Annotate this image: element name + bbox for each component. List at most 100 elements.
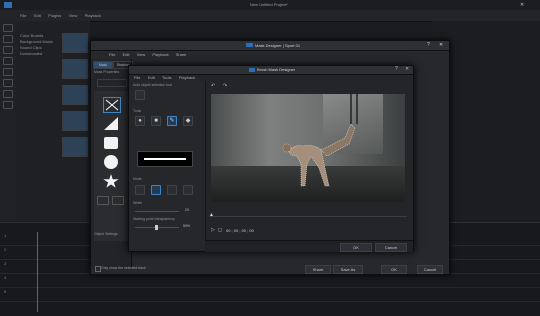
menu-edit[interactable]: Edit <box>34 10 41 21</box>
ok-button[interactable]: OK <box>340 243 372 252</box>
tool-audio-icon[interactable] <box>3 90 13 98</box>
cancel-button[interactable]: Cancel <box>417 265 443 274</box>
timeline-scrubber[interactable] <box>209 216 407 217</box>
app-logo-icon <box>4 2 12 8</box>
tool-media-icon[interactable] <box>3 24 13 32</box>
video-preview[interactable] <box>211 94 405 202</box>
menu-view[interactable]: View <box>137 51 146 58</box>
section-label: Tools <box>133 109 142 113</box>
brush-size-preview <box>137 151 193 167</box>
menu-file[interactable]: File <box>134 74 140 81</box>
mask-designer-title: Mask Designer | Sport 01 <box>255 43 301 48</box>
track-number: 2 <box>4 247 7 252</box>
media-thumbnail[interactable] <box>62 111 88 131</box>
import-mask-icon[interactable] <box>97 196 109 205</box>
mask-shape-circle[interactable] <box>104 155 118 169</box>
app-titlebar: New Untitled Project* ✕ <box>0 0 540 10</box>
square-glyph-icon: ■ <box>154 118 158 124</box>
left-toolbar <box>0 21 17 221</box>
auto-select-tool-icon[interactable] <box>135 90 145 100</box>
checkbox-label: Only show the selected track <box>101 266 146 270</box>
tab-mask[interactable]: Mask <box>93 61 113 69</box>
mode-select-icon[interactable] <box>151 185 161 195</box>
media-thumbnail[interactable] <box>62 59 88 79</box>
brand-logo-icon <box>249 68 255 72</box>
mask-shape-triangle[interactable] <box>104 117 118 130</box>
help-icon[interactable]: ? <box>427 42 430 48</box>
settings-button[interactable] <box>97 79 127 87</box>
mode-subtract-icon[interactable] <box>167 185 177 195</box>
brush-mask-icon[interactable] <box>112 196 124 205</box>
undo-icon[interactable]: ↶ <box>211 83 219 89</box>
brush-tools-panel: Auto object selection tool Tools ● ■ ✎ ◆… <box>129 81 206 251</box>
menu-edit[interactable]: Edit <box>123 51 130 58</box>
slider-knob[interactable] <box>155 225 158 230</box>
mode-add-icon[interactable] <box>135 185 145 195</box>
mask-properties-panel: Mask Shadow Mask Properties Object Setti… <box>91 59 133 269</box>
mask-designer-menubar: File Edit View Playback Share <box>91 51 449 58</box>
player-controls: ▷ ◻ 00 ; 00 ; 00 ; 00 <box>211 226 405 236</box>
timeline-track[interactable]: 5 <box>0 289 540 302</box>
timeline-track[interactable]: 4 <box>0 275 540 288</box>
menu-view[interactable]: View <box>69 10 78 21</box>
athlete-silhouette <box>282 94 358 187</box>
help-icon[interactable]: ? <box>395 66 398 72</box>
brush-designer-footer: OK Cancel <box>205 240 413 252</box>
track-number: 4 <box>4 275 7 280</box>
tool-particle-icon[interactable] <box>3 57 13 65</box>
brush-tool-icon[interactable]: ✎ <box>167 116 177 126</box>
menu-playback[interactable]: Playback <box>152 51 168 58</box>
menu-share[interactable]: Share <box>176 51 187 58</box>
menu-plugins[interactable]: Plugins <box>48 10 61 21</box>
mode-intersect-icon[interactable] <box>183 185 193 195</box>
play-icon[interactable]: ▷ <box>211 227 215 233</box>
cancel-button[interactable]: Cancel <box>375 243 407 252</box>
menu-file[interactable]: File <box>20 10 26 21</box>
close-icon[interactable]: ✕ <box>405 66 409 72</box>
tool-pip-icon[interactable] <box>3 46 13 54</box>
save-as-button[interactable]: Save As <box>333 265 363 274</box>
mask-designer-titlebar: Mask Designer | Sport 01 ? ✕ <box>91 41 449 51</box>
timeline-playhead[interactable] <box>37 232 38 312</box>
mask-shape-star[interactable] <box>103 174 119 188</box>
close-icon[interactable]: ✕ <box>439 42 443 48</box>
tool-title-icon[interactable] <box>3 68 13 76</box>
eraser-tool-icon[interactable]: ◆ <box>183 116 193 126</box>
eraser-glyph-icon: ◆ <box>185 118 191 124</box>
brush-designer-menubar: File Edit Tools Playback <box>129 74 413 81</box>
section-label: Mask Properties <box>94 70 120 74</box>
pen-glyph-icon: ✎ <box>169 118 175 124</box>
width-slider[interactable] <box>135 211 179 212</box>
section-label: Starting point transparency <box>133 217 175 221</box>
media-thumbnail[interactable] <box>62 137 88 157</box>
stop-icon[interactable]: ◻ <box>218 227 222 233</box>
app-window-title: New Untitled Project* <box>250 2 288 7</box>
tool-transition-icon[interactable] <box>3 79 13 87</box>
track-number: 1 <box>4 233 7 238</box>
track-number: 5 <box>4 289 7 294</box>
menu-playback[interactable]: Playback <box>179 74 195 81</box>
scrubber-marker-icon[interactable]: ▲ <box>209 212 214 218</box>
mask-shape-list <box>94 91 128 241</box>
library-thumbnails <box>58 30 88 220</box>
menu-file[interactable]: File <box>109 51 115 58</box>
section-label: Auto object selection tool <box>133 83 172 87</box>
ok-button[interactable]: OK <box>381 265 407 274</box>
media-thumbnail[interactable] <box>62 33 88 53</box>
share-button[interactable]: Share <box>305 265 331 274</box>
mask-shape-none[interactable] <box>103 97 121 113</box>
menu-tools[interactable]: Tools <box>162 74 171 81</box>
tool-chapter-icon[interactable] <box>3 101 13 109</box>
mask-shape-square[interactable] <box>104 137 118 149</box>
media-thumbnail[interactable] <box>62 85 88 105</box>
tool-effects-icon[interactable] <box>3 35 13 43</box>
close-icon[interactable]: ✕ <box>520 2 524 8</box>
no-mask-icon <box>105 99 119 111</box>
menu-edit[interactable]: Edit <box>148 74 155 81</box>
track-number: 3 <box>4 261 7 266</box>
section-label: Mode <box>133 177 142 181</box>
smart-brush-icon[interactable]: ● <box>135 116 145 126</box>
shape-brush-icon[interactable]: ■ <box>151 116 161 126</box>
menu-playback[interactable]: Playback <box>85 10 101 21</box>
redo-icon[interactable]: ↷ <box>223 83 231 89</box>
